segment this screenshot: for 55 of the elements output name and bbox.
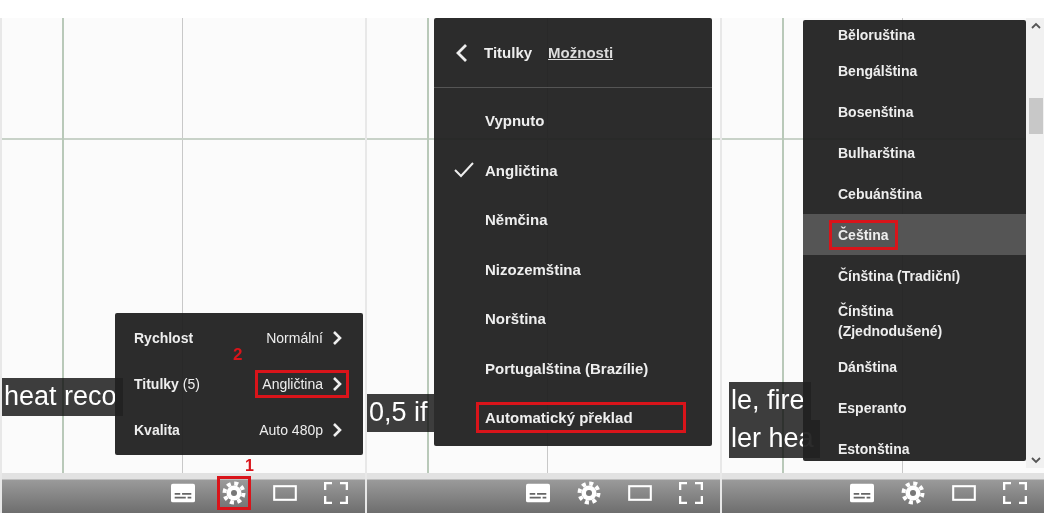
language-name: Čínština (Tradiční): [837, 266, 962, 286]
menu-title: Titulky: [484, 44, 533, 61]
language-name: Čínština (Zjednodušené): [837, 301, 944, 341]
settings-icon: [577, 481, 601, 505]
fullscreen-icon: [679, 482, 703, 504]
language-option[interactable]: Nizozemština: [476, 253, 590, 285]
language-option[interactable]: Automatický překlad: [476, 402, 686, 434]
language-option[interactable]: Cebuánština: [803, 173, 1026, 214]
scroll-up-icon[interactable]: [1031, 22, 1041, 29]
caption-text: 0,5 if: [367, 394, 434, 432]
language-option[interactable]: Bulharština: [803, 132, 1026, 173]
subtitles-icon: [850, 483, 874, 503]
fullscreen-icon: [324, 482, 348, 504]
language-name: Bulharština: [837, 143, 916, 163]
language-option[interactable]: Běloruština: [803, 20, 1026, 50]
setting-value-button[interactable]: Normální: [259, 324, 349, 352]
setting-value-button[interactable]: Auto 480p: [252, 416, 349, 444]
language-option[interactable]: Norština: [476, 303, 555, 335]
theater-mode-icon: [952, 483, 976, 503]
language-name: Cebuánština: [837, 184, 923, 204]
annotation-number: 2: [233, 345, 243, 365]
setting-value-button[interactable]: Angličtina: [255, 370, 349, 398]
annotation-number: 1: [245, 458, 254, 474]
language-option[interactable]: Bengálština: [803, 50, 1026, 91]
fullscreen-icon: [1003, 482, 1027, 504]
language-name: Čeština: [829, 219, 898, 250]
theater-mode-icon: [628, 483, 652, 503]
subtitles-icon: [171, 483, 195, 503]
options-link[interactable]: Možnosti: [548, 44, 614, 61]
chevron-right-icon: [332, 331, 342, 345]
scrollbar[interactable]: [1026, 18, 1044, 468]
chevron-right-icon: [332, 423, 342, 437]
language-option[interactable]: Čeština: [803, 214, 1026, 255]
language-option[interactable]: Bosenština: [803, 91, 1026, 132]
chevron-right-icon: [332, 377, 342, 391]
language-name: Dánština: [837, 357, 899, 377]
setting-label[interactable]: Rychlost: [134, 330, 194, 346]
setting-label[interactable]: Kvalita: [134, 422, 180, 438]
language-option[interactable]: Portugalština (Brazílie): [476, 352, 658, 384]
language-name: Esperanto: [837, 398, 908, 418]
theater-mode-icon: [273, 483, 297, 503]
language-name: Bosenština: [837, 102, 915, 122]
language-option[interactable]: Čínština (Zjednodušené): [803, 296, 1026, 346]
scroll-thumb[interactable]: [1029, 98, 1043, 134]
language-name: Bengálština: [837, 61, 919, 81]
language-option[interactable]: Vypnuto: [476, 105, 554, 137]
setting-label[interactable]: Titulky (5): [134, 376, 200, 392]
language-option[interactable]: Čínština (Tradiční): [803, 255, 1026, 296]
subtitles-icon: [526, 483, 550, 503]
settings-icon: [901, 481, 925, 505]
language-name: Běloruština: [837, 26, 916, 45]
scroll-down-icon[interactable]: [1031, 457, 1041, 464]
settings-icon: [222, 481, 246, 505]
language-option[interactable]: Angličtina: [476, 154, 567, 186]
language-option[interactable]: Němčina: [476, 204, 557, 236]
